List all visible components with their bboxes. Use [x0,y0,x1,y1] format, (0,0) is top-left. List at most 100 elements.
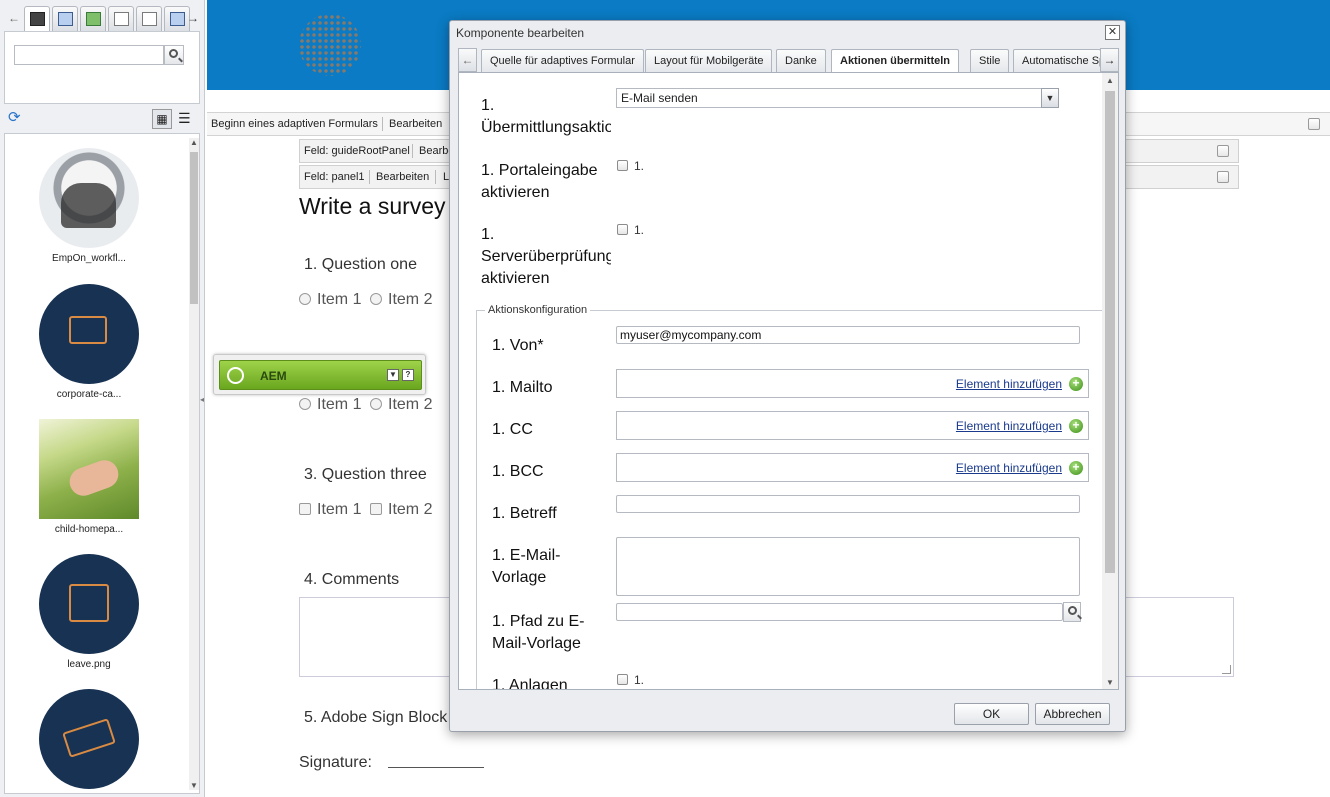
checkbox-label: 1. [634,223,645,237]
tab-scroll-right-icon[interactable]: → [1100,48,1119,72]
radio-q2-item-2[interactable]: Item 2 [370,396,432,414]
checkbox-label: 1. [634,159,645,173]
email-template-textarea[interactable] [616,537,1080,596]
scroll-down-icon[interactable]: ▼ [190,781,198,790]
asset-label: leave.png [67,659,111,670]
option-label: Item 1 [317,396,362,413]
list-view-icon[interactable]: ☰ [178,109,191,127]
field-panel-checkbox[interactable] [1217,171,1229,183]
cc-add-element-link[interactable]: Element hinzufügen [956,419,1062,433]
tab-workflow[interactable] [108,6,134,31]
grid-view-icon[interactable]: ▦ [152,109,172,129]
scrollbar-thumb[interactable] [190,152,198,304]
tab-adaptive-form-source[interactable]: Quelle für adaptives Formular [481,49,644,72]
search-icon [169,49,178,58]
portal-input-checkbox[interactable]: 1. [617,159,644,173]
asset-thumbnail [39,148,139,248]
checkbox-item-2[interactable]: Item 2 [370,501,432,519]
checkbox[interactable] [617,674,628,685]
server-validation-checkbox[interactable]: 1. [617,223,644,237]
asset-item[interactable]: EmpOn_workfl... [29,148,149,264]
asset-item[interactable]: child-homepa... [29,419,149,535]
from-input[interactable]: myuser@mycompany.com [616,326,1080,344]
submit-action-select[interactable]: E-Mail senden [616,88,1059,108]
editbar-select-checkbox[interactable] [1308,118,1320,130]
option-label: Item 2 [388,291,433,308]
checkbox-item-1[interactable]: Item 1 [299,501,361,519]
editbar-divider [369,170,370,184]
aem-logo-icon [227,367,244,384]
attachments-checkbox[interactable]: 1. [617,673,644,687]
checkbox[interactable] [617,160,628,171]
tab-documents[interactable] [136,6,162,31]
dialog-scrollbar[interactable]: ▲ ▼ [1102,73,1118,689]
bcc-field[interactable]: Element hinzufügen + [616,453,1089,482]
chevron-down-icon[interactable]: ▼ [1041,88,1059,108]
plus-circle-icon[interactable]: + [1069,461,1083,475]
portal-input-label: 1. Portaleingabe aktivieren [481,162,598,201]
checkbox[interactable] [299,503,311,515]
path-browse-button[interactable] [1063,602,1081,622]
email-template-path-input[interactable] [616,603,1063,621]
from-label: 1. Von* [492,337,544,354]
tabs-prev-arrow-icon[interactable]: ← [8,11,20,25]
aem-component-widget[interactable]: AEM ▼ ? [213,354,426,395]
scroll-up-icon[interactable]: ▲ [190,138,198,147]
close-icon[interactable]: ✕ [1105,25,1120,40]
asset-item[interactable] [29,689,149,793]
edit-button[interactable]: Bearbeiten [389,118,442,130]
tab-pages[interactable] [52,6,78,31]
asset-thumbnail [39,554,139,654]
signature-label: Signature: [299,754,372,771]
asset-list-scrollbar[interactable]: ▲ ▼ [189,138,199,790]
adobe-sign-label: 5. Adobe Sign Block [304,709,448,726]
field-root-checkbox[interactable] [1217,145,1229,157]
scroll-down-icon[interactable]: ▼ [1106,678,1114,687]
asset-search-input[interactable] [14,45,164,65]
pages-icon [58,12,73,26]
collapse-arrow-icon[interactable]: ◂ [200,395,204,404]
checkbox[interactable] [370,503,382,515]
dialog-tabstrip: ← Quelle für adaptives Formular Layout f… [458,47,1119,73]
checkbox[interactable] [617,224,628,235]
radio-button[interactable] [370,398,382,410]
radio-item-1[interactable]: Item 1 [299,291,361,309]
subject-input[interactable] [616,495,1080,513]
plus-circle-icon[interactable]: + [1069,419,1083,433]
help-icon[interactable]: ? [402,369,414,381]
asset-thumbnail [39,689,139,789]
tab-images[interactable] [80,6,106,31]
radio-item-2[interactable]: Item 2 [370,291,432,309]
aem-component-bar[interactable]: AEM ▼ ? [219,360,422,390]
mailto-field[interactable]: Element hinzufügen + [616,369,1089,398]
tab-thanks[interactable]: Danke [776,49,826,72]
scrollbar-thumb[interactable] [1105,91,1115,573]
ok-button[interactable]: OK [954,703,1029,725]
radio-button[interactable] [299,293,311,305]
scroll-up-icon[interactable]: ▲ [1106,76,1114,85]
radio-button[interactable] [370,293,382,305]
refresh-icon[interactable]: ⟳ [8,110,21,126]
field-panel-edit-button[interactable]: Bearbeiten [376,171,429,183]
asset-thumbnail [39,284,139,384]
mailto-add-element-link[interactable]: Element hinzufügen [956,377,1062,391]
tab-auto-save[interactable]: Automatische Sp [1013,49,1101,72]
radio-button[interactable] [299,398,311,410]
dropdown-arrow-icon[interactable]: ▼ [387,369,399,381]
tab-scroll-left-icon[interactable]: ← [458,48,477,72]
bcc-add-element-link[interactable]: Element hinzufügen [956,461,1062,475]
plus-circle-icon[interactable]: + [1069,377,1083,391]
radio-q2-item-1[interactable]: Item 1 [299,396,361,414]
tab-mobile-layout[interactable]: Layout für Mobilgeräte [645,49,773,72]
signature-line[interactable] [388,767,484,768]
cancel-button[interactable]: Abbrechen [1035,703,1110,725]
asset-item[interactable]: leave.png [29,554,149,670]
tab-submit-actions[interactable]: Aktionen übermitteln [831,49,960,72]
components-icon [30,12,45,26]
asset-search-button[interactable] [164,45,184,65]
tabs-next-arrow-icon[interactable]: → [187,11,199,25]
asset-item[interactable]: corporate-ca... [29,284,149,400]
cc-field[interactable]: Element hinzufügen + [616,411,1089,440]
tab-components[interactable] [24,6,50,31]
tab-styles[interactable]: Stile [970,49,1010,72]
